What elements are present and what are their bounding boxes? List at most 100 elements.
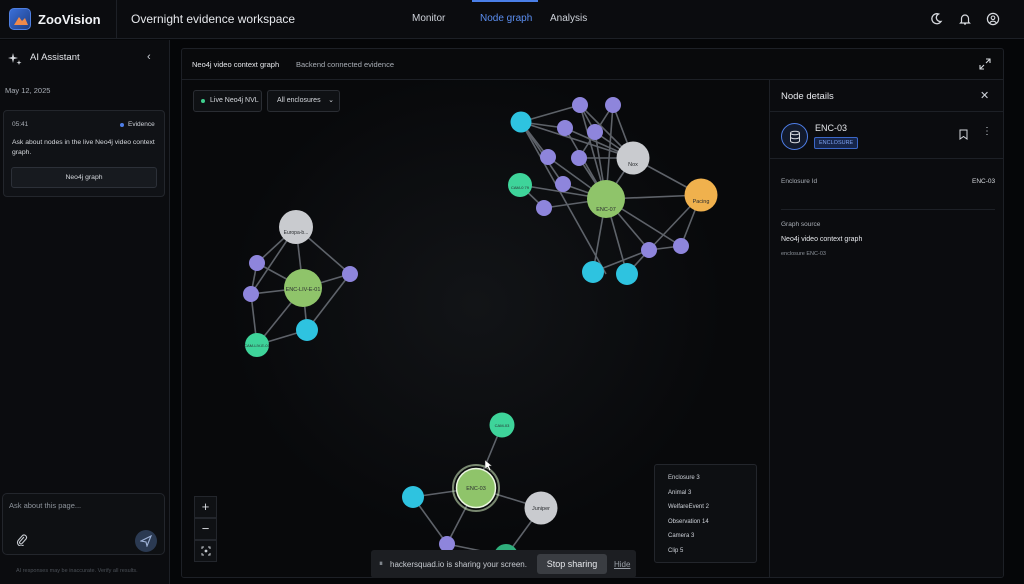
graph-node-clip[interactable] [510, 111, 532, 133]
active-tab-indicator [472, 0, 538, 2]
neo4j-graph-button[interactable]: Neo4j graph [11, 167, 157, 188]
property-value: ENC-03 [972, 178, 996, 185]
node-label-enc03: ENC-03 [466, 486, 486, 492]
close-icon[interactable]: ✕ [980, 89, 989, 102]
evidence-dot-icon [120, 123, 124, 127]
graph-node-nox[interactable] [616, 141, 650, 175]
panel-subtitle: Backend connected evidence [296, 60, 394, 69]
node-label-pacing: Pacing [693, 199, 710, 205]
nav-node-graph[interactable]: Node graph [480, 13, 532, 24]
graph-node-observation[interactable] [555, 176, 571, 192]
graph-node-clip[interactable] [582, 261, 604, 283]
message-text: Ask about nodes in the live Neo4j video … [12, 139, 155, 156]
brand-name: ZooVision [38, 12, 101, 27]
hide-link[interactable]: Hide [614, 560, 630, 569]
divider [770, 111, 1003, 112]
logo-icon [9, 8, 31, 30]
graph-node-observation[interactable] [572, 97, 588, 113]
graph-node-observation[interactable] [536, 200, 552, 216]
legend-item: Clip 5 [668, 548, 684, 554]
moon-icon[interactable] [929, 12, 943, 26]
divider [770, 158, 1003, 159]
zoom-out-button[interactable]: − [194, 518, 217, 540]
legend-item: Observation 14 [668, 519, 709, 525]
graph-source-label: Graph source [781, 221, 821, 228]
graph-panel: Neo4j video context graph Backend connec… [181, 48, 1004, 578]
pause-icon: ⏸ [379, 559, 383, 568]
live-chip-label: Live Neo4j NVL [210, 97, 259, 104]
top-bar: ZooVision Overnight evidence workspace M… [0, 0, 1024, 39]
node-label-enc07: ENC-07 [596, 207, 616, 213]
node-label-enc-live: ENC-LIV-E-01 [286, 287, 321, 293]
panel-title: Neo4j video context graph [192, 60, 280, 69]
graph-node-clip[interactable] [296, 319, 318, 341]
zoom-in-button[interactable]: + [194, 496, 217, 518]
live-neo4j-chip[interactable]: Live Neo4j NVL [193, 90, 262, 112]
expand-icon[interactable] [979, 58, 991, 70]
selected-node-name: ENC-03 [815, 123, 848, 133]
graph-node-observation[interactable] [641, 242, 657, 258]
graph-node-observation[interactable] [540, 149, 556, 165]
user-circle-icon[interactable] [986, 12, 1000, 26]
graph-node-observation[interactable] [673, 238, 689, 254]
share-message: hackersquad.io is sharing your screen. [390, 560, 527, 569]
send-icon [140, 535, 152, 547]
stop-sharing-button[interactable]: Stop sharing [537, 554, 607, 574]
sparkles-icon [8, 53, 22, 65]
message-tag: Evidence [128, 121, 155, 128]
bookmark-icon[interactable] [959, 129, 968, 140]
node-label-nox: Nox [628, 162, 638, 168]
graph-node-observation[interactable] [557, 120, 573, 136]
message-time: 05:41 [12, 121, 29, 128]
nav-analysis[interactable]: Analysis [550, 13, 587, 24]
graph-source-value: Neo4j video context graph [781, 236, 863, 243]
node-label-cam: CAM-0 79 [511, 185, 530, 190]
paperclip-icon[interactable] [16, 534, 28, 546]
conversation-date: May 12, 2025 [5, 86, 51, 95]
more-vertical-icon[interactable]: ⋮ [982, 126, 992, 137]
graph-legend: Enclosure 3 Animal 3 WelfareEvent 2 Obse… [654, 464, 757, 563]
divider [781, 209, 995, 210]
graph-node-observation[interactable] [571, 150, 587, 166]
send-button[interactable] [135, 530, 157, 552]
database-icon [781, 123, 808, 150]
graph-source-detail: enclosure ENC-03 [781, 251, 826, 257]
chat-box [2, 493, 165, 555]
nav-monitor[interactable]: Monitor [412, 13, 445, 24]
graph-node-clip[interactable] [402, 486, 424, 508]
chat-input[interactable] [9, 501, 159, 510]
property-key: Enclosure Id [781, 178, 818, 185]
graph-node-observation[interactable] [243, 286, 259, 302]
graph-node-clip[interactable] [616, 263, 638, 285]
node-label-cam03: CAM-03 [495, 423, 510, 428]
graph-nodes[interactable] [243, 97, 718, 568]
sidebar-title: AI Assistant [30, 52, 80, 63]
assistant-sidebar: AI Assistant ‹ May 12, 2025 05:41 Eviden… [0, 40, 170, 584]
graph-canvas[interactable]: Nox Pacing ENC-07 CAM-0 79 Europa-b... E… [182, 80, 769, 577]
assistant-message: 05:41 Evidence Ask about nodes in the li… [3, 110, 165, 197]
node-type-badge: ENCLOSURE [814, 137, 859, 149]
bell-icon[interactable] [958, 12, 972, 26]
legend-item: Animal 3 [668, 490, 692, 496]
graph-node-observation[interactable] [587, 124, 603, 140]
chevron-left-icon[interactable]: ‹ [147, 51, 151, 63]
panel-header: Neo4j video context graph Backend connec… [182, 49, 1003, 80]
graph-node-observation[interactable] [342, 266, 358, 282]
graph-node-observation[interactable] [605, 97, 621, 113]
node-label-cam-live: CAM-LIV-E-01 [244, 343, 271, 348]
legend-item: WelfareEvent 2 [668, 504, 709, 510]
fit-view-icon [201, 546, 210, 556]
legend-item: Camera 3 [668, 533, 695, 539]
enclosure-select-value: All enclosures [277, 97, 321, 104]
enclosure-select[interactable]: All enclosures ⌄ [267, 90, 340, 112]
mouse-cursor-icon [484, 459, 493, 472]
fit-view-button[interactable] [194, 540, 217, 562]
graph-node-pacing[interactable] [684, 178, 718, 212]
node-label-europa: Europa-b... [284, 230, 309, 236]
legend-item: Enclosure 3 [668, 475, 700, 481]
graph-node-europa[interactable] [279, 210, 313, 244]
details-title: Node details [781, 91, 834, 102]
graph-node-observation[interactable] [249, 255, 265, 271]
screen-share-bar: ⏸ hackersquad.io is sharing your screen.… [371, 550, 636, 578]
workspace-title: Overnight evidence workspace [131, 12, 296, 26]
